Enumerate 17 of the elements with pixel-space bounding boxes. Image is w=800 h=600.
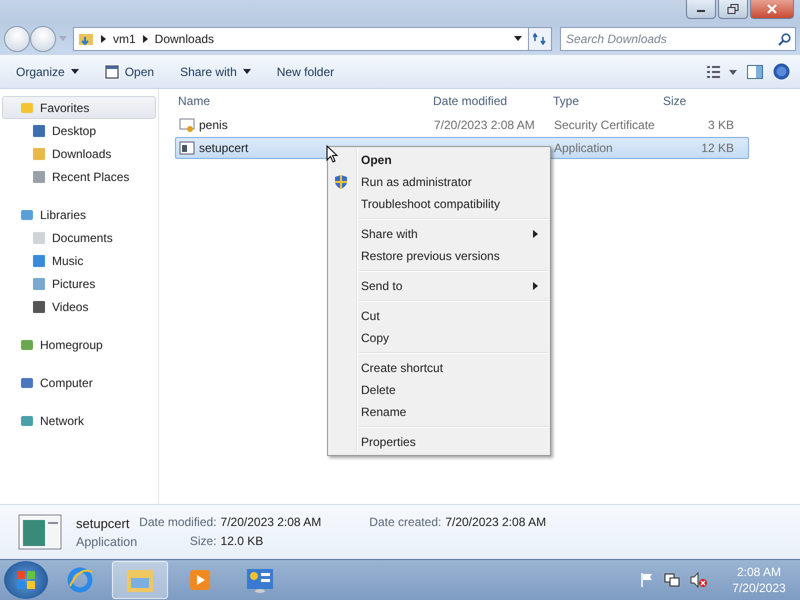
file-type: Application — [76, 534, 138, 548]
property-value: 12.0 KB — [220, 534, 264, 548]
clock-date: 7/20/2023 — [732, 581, 786, 595]
table-cell-text: Application — [554, 141, 614, 155]
property-value: 7/20/2023 2:08 AM — [220, 515, 322, 529]
file-name: setupcert — [76, 516, 130, 530]
property-label: Date created: — [369, 515, 442, 529]
property-label: Size: — [188, 534, 217, 548]
table-cell-text: 3 KB — [706, 118, 734, 132]
table-cell-text: 12 KB — [700, 141, 734, 155]
property-label: Date modified: — [139, 515, 217, 529]
file-name: setupcert — [199, 141, 248, 155]
table-cell-text: Security Certificate — [554, 118, 656, 132]
file-name: penis — [199, 118, 228, 132]
clock-time: 2:08 AM — [736, 565, 782, 579]
table-cell-text: 7/20/2023 2:08 AM — [434, 118, 536, 132]
property-value: 7/20/2023 2:08 AM — [445, 515, 546, 529]
